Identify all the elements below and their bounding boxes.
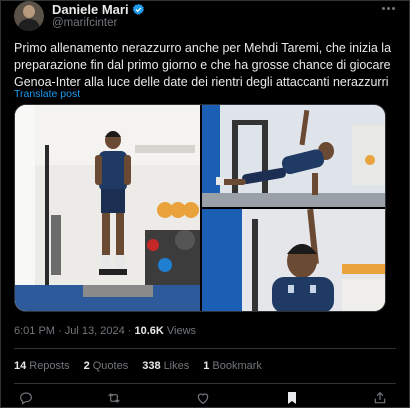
photo-player-side-plank[interactable] bbox=[202, 105, 385, 207]
divider bbox=[14, 348, 396, 349]
quotes-stat[interactable]: 2 Quotes bbox=[84, 360, 129, 372]
likes-count: 338 bbox=[142, 360, 161, 372]
photo-player-closeup[interactable] bbox=[202, 209, 385, 311]
more-dots-icon[interactable] bbox=[380, 2, 396, 14]
reposts-label: Reposts bbox=[29, 360, 70, 372]
tweet-text: Primo allenamento nerazzurro anche per M… bbox=[14, 41, 392, 89]
reposts-count: 14 bbox=[14, 360, 27, 372]
avatar[interactable] bbox=[14, 1, 44, 31]
engagement-stats: 14 Reposts 2 Quotes 338 Likes 1 Bookmark bbox=[14, 360, 262, 372]
translate-post-link[interactable]: Translate post bbox=[14, 88, 80, 100]
quotes-label: Quotes bbox=[92, 360, 129, 372]
tweet-time[interactable]: 6:01 PM bbox=[14, 325, 55, 337]
divider bbox=[14, 383, 396, 384]
views-label: Views bbox=[163, 325, 197, 337]
reposts-stat[interactable]: 14 Reposts bbox=[14, 360, 70, 372]
photo-player-standing[interactable] bbox=[15, 105, 200, 311]
share-icon[interactable] bbox=[372, 390, 388, 406]
likes-stat[interactable]: 338 Likes bbox=[142, 360, 189, 372]
verified-badge-icon bbox=[132, 3, 144, 15]
bookmarks-stat[interactable]: 1 Bookmark bbox=[203, 360, 262, 372]
author-name[interactable]: Daniele Mari bbox=[52, 2, 129, 17]
bookmarks-label: Bookmark bbox=[212, 360, 262, 372]
heart-icon[interactable] bbox=[195, 390, 211, 406]
bookmark-icon[interactable] bbox=[284, 390, 300, 406]
author-handle[interactable]: @marifcinter bbox=[52, 17, 117, 29]
media-grid bbox=[14, 104, 386, 312]
tweet-meta: 6:01 PM · Jul 13, 2024 · 10.6K Views bbox=[14, 325, 196, 337]
author-name-row[interactable]: Daniele Mari bbox=[52, 2, 145, 17]
meta-separator: · bbox=[54, 325, 65, 337]
quotes-count: 2 bbox=[83, 360, 90, 372]
views-count: 10.6K bbox=[134, 325, 164, 337]
action-bar bbox=[14, 390, 396, 406]
tweet-header: Daniele Mari @marifcinter bbox=[14, 0, 396, 36]
tweet-date[interactable]: Jul 13, 2024 bbox=[65, 325, 125, 337]
likes-label: Likes bbox=[163, 360, 190, 372]
reply-icon[interactable] bbox=[18, 390, 34, 406]
repost-icon[interactable] bbox=[106, 390, 122, 406]
bookmarks-count: 1 bbox=[203, 360, 210, 372]
meta-separator-2: · bbox=[124, 325, 135, 337]
